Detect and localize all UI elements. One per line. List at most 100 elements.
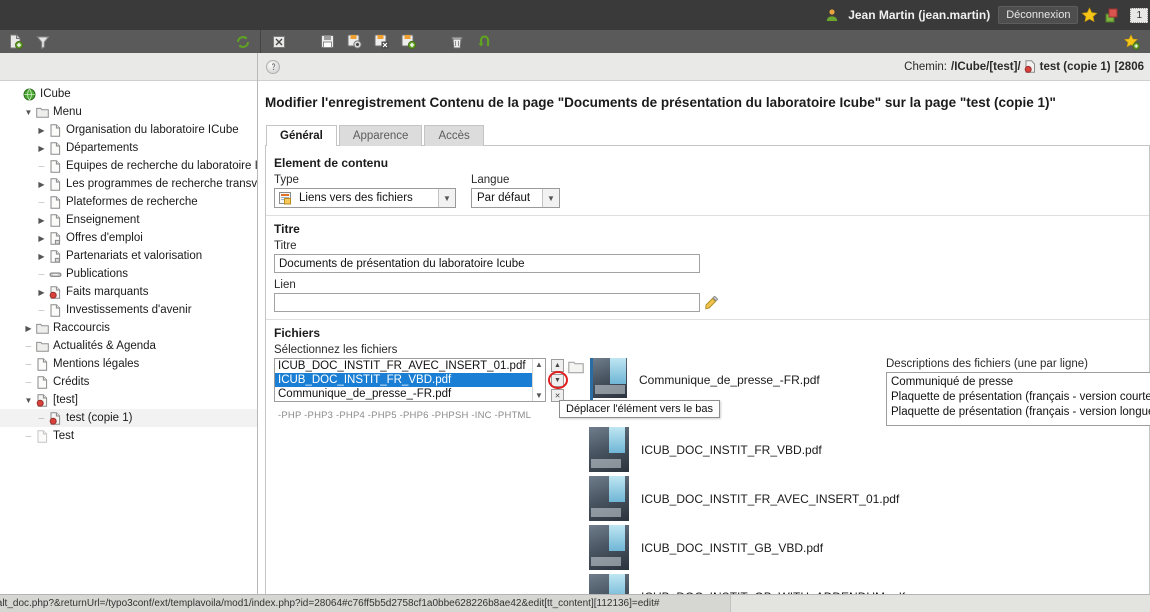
descriptions-textarea[interactable]: Communiqué de presse Plaquette de présen… — [886, 372, 1150, 426]
listbox-scrollbar[interactable]: ▲ ▼ — [532, 359, 545, 401]
filter-icon[interactable] — [36, 35, 50, 49]
type-select[interactable]: Liens vers des fichiers ▼ — [274, 188, 456, 208]
tree-toggle-closed-icon[interactable]: ▶ — [36, 180, 47, 189]
module-toolbar — [0, 30, 1150, 53]
tree-item[interactable]: ─ Plateformes de recherche — [0, 193, 257, 211]
tab-gnral[interactable]: Général — [266, 125, 337, 146]
tab-accs[interactable]: Accès — [424, 125, 484, 146]
page-shortcut-icon — [47, 231, 63, 245]
chevron-down-icon[interactable]: ▼ — [438, 189, 455, 207]
page-hidden-icon — [34, 393, 50, 407]
language-select[interactable]: Par défaut ▼ — [471, 188, 560, 208]
clipboard-icon[interactable] — [1104, 7, 1121, 24]
file-row[interactable]: ICUB_DOC_INSTIT_GB_WITH_ADDENDUM.pdf — [589, 572, 1149, 594]
tree-item[interactable]: ─ Mentions légales — [0, 355, 257, 373]
tree-item[interactable]: ─ Crédits — [0, 373, 257, 391]
tree-toggle-closed-icon[interactable]: ▶ — [36, 144, 47, 153]
type-value: Liens vers des fichiers — [299, 192, 413, 204]
tree-item-label: Publications — [66, 268, 129, 280]
page-tree-list[interactable]: ICube ▼ Menu ▶ Organisation du laboratoire I… — [0, 81, 257, 445]
tab-apparence[interactable]: Apparence — [338, 125, 423, 146]
tree-toggle-closed-icon[interactable]: ▶ — [36, 234, 47, 243]
tree-item[interactable]: ─ test (copie 1) — [0, 409, 257, 427]
save-icon[interactable] — [320, 34, 335, 49]
pdf-thumbnail — [589, 476, 629, 521]
tree-item[interactable]: ─ Investissements d'avenir — [0, 301, 257, 319]
new-record-icon[interactable] — [8, 34, 23, 49]
star-icon[interactable] — [1081, 6, 1098, 24]
top-bar: Jean Martin (jean.martin) Déconnexion 1 — [0, 0, 1150, 30]
tree-item-label: Enseignement — [66, 214, 140, 226]
tree-item-label: test (copie 1) — [66, 412, 133, 424]
star-add-icon[interactable] — [1124, 33, 1140, 50]
folder-icon — [34, 340, 50, 353]
close-icon[interactable] — [272, 35, 286, 49]
save-and-view-icon[interactable] — [347, 34, 362, 49]
tree-toggle-closed-icon[interactable]: ▶ — [36, 252, 47, 261]
tree-item[interactable]: ▶ Les programmes de recherche transve — [0, 175, 257, 193]
file-row[interactable]: ICUB_DOC_INSTIT_FR_VBD.pdf — [589, 425, 1149, 474]
globe-icon — [21, 88, 37, 101]
tree-toggle-closed-icon[interactable]: ▶ — [23, 324, 34, 333]
link-input[interactable] — [274, 293, 700, 312]
tree-item[interactable]: ICube — [0, 85, 257, 103]
form-scroll-area: Modifier l'enregistrement Contenu de la … — [258, 81, 1150, 594]
tree-item[interactable]: ─ Equipes de recherche du laboratoire IC — [0, 157, 257, 175]
scroll-up-icon[interactable]: ▲ — [535, 360, 543, 369]
move-up-icon[interactable]: ▲ — [551, 359, 564, 372]
file-row[interactable]: ICUB_DOC_INSTIT_FR_AVEC_INSERT_01.pdf — [589, 474, 1149, 523]
save-and-close-icon[interactable] — [374, 34, 389, 49]
count-badge[interactable]: 1 — [1130, 7, 1148, 23]
tree-toggle-open-icon[interactable]: ▼ — [23, 108, 34, 117]
tree-item[interactable]: ▶ Faits marquants — [0, 283, 257, 301]
move-down-icon[interactable]: ▼ — [551, 374, 564, 387]
tree-item-label: Les programmes de recherche transve — [66, 178, 258, 190]
tree-leaf-marker: ─ — [38, 305, 45, 315]
tree-toggle-open-icon[interactable]: ▼ — [23, 396, 34, 405]
file-row[interactable]: ICUB_DOC_INSTIT_GB_VBD.pdf — [589, 523, 1149, 572]
title-input[interactable] — [274, 254, 700, 273]
folder-browse-icon[interactable] — [568, 358, 584, 377]
file-option[interactable]: ICUB_DOC_INSTIT_FR_VBD.pdf — [275, 373, 545, 387]
tree-item[interactable]: ▶ Enseignement — [0, 211, 257, 229]
files-field-label: Sélectionnez les fichiers — [274, 344, 398, 356]
user-icon — [825, 8, 839, 22]
breadcrumb-page: test (copie 1) — [1039, 60, 1111, 73]
logout-button[interactable]: Déconnexion — [998, 6, 1079, 24]
tree-item[interactable]: ─ Test — [0, 427, 257, 445]
page-icon — [47, 159, 63, 173]
chevron-down-icon-language[interactable]: ▼ — [542, 189, 559, 207]
tree-item[interactable]: ─ Actualités & Agenda — [0, 337, 257, 355]
file-listbox[interactable]: ICUB_DOC_INSTIT_FR_AVEC_INSERT_01.pdf ICU… — [274, 358, 546, 402]
link-browse-icon[interactable] — [705, 295, 720, 310]
page-icon — [47, 303, 63, 317]
tree-item[interactable]: ▶ Départements — [0, 139, 257, 157]
tree-item[interactable]: ▼ [test] — [0, 391, 257, 409]
section-divider-2 — [266, 319, 1149, 320]
tree-leaf-marker: ─ — [25, 341, 32, 351]
tree-toggle-closed-icon[interactable]: ▶ — [36, 288, 47, 297]
refresh-tree-button[interactable] — [225, 35, 260, 49]
tree-item[interactable]: ▶ Offres d'emploi — [0, 229, 257, 247]
status-right-panel — [730, 594, 1150, 612]
file-option[interactable]: ICUB_DOC_INSTIT_FR_AVEC_INSERT_01.pdf — [275, 359, 545, 373]
scroll-down-icon[interactable]: ▼ — [535, 391, 543, 400]
info-icon[interactable] — [266, 59, 280, 74]
tab-bar[interactable]: Général Apparence Accès — [265, 124, 1150, 146]
tree-item-label: Faits marquants — [66, 286, 149, 298]
tree-item[interactable]: ▼ Menu — [0, 103, 257, 121]
tree-leaf-marker: ─ — [38, 413, 45, 423]
tree-item[interactable]: ▶ Partenariats et valorisation — [0, 247, 257, 265]
tree-item[interactable]: ▶ Organisation du laboratoire ICube — [0, 121, 257, 139]
refresh-icon[interactable] — [236, 35, 250, 49]
trash-icon[interactable] — [450, 35, 464, 49]
tree-item-label: Menu — [53, 106, 82, 118]
tree-toggle-closed-icon[interactable]: ▶ — [36, 126, 47, 135]
tree-item[interactable]: ▶ Raccourcis — [0, 319, 257, 337]
file-row[interactable]: Communique_de_presse_-FR.pdf — [590, 358, 820, 402]
tree-item[interactable]: ─ Publications — [0, 265, 257, 283]
tree-toggle-closed-icon[interactable]: ▶ — [36, 216, 47, 225]
undo-icon[interactable] — [476, 34, 491, 49]
save-and-new-icon[interactable] — [401, 34, 416, 49]
file-option[interactable]: Communique_de_presse_-FR.pdf — [275, 387, 545, 401]
